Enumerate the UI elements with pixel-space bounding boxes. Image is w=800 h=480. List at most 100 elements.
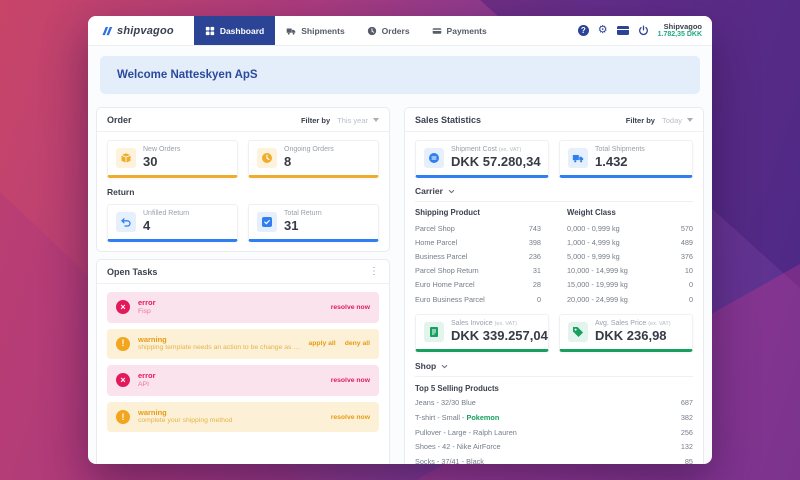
package-icon bbox=[121, 152, 131, 163]
sales-invoice-card: Sales Invoice (ex. VAT) DKK 339.257,04 bbox=[415, 314, 549, 353]
new-orders-card: New Orders 30 bbox=[107, 140, 238, 178]
nav-label: Dashboard bbox=[219, 25, 265, 36]
payment-card-button[interactable] bbox=[616, 26, 629, 35]
wallet-card-icon bbox=[616, 26, 629, 35]
table-row: Socks - 37/41 - Black 85 bbox=[415, 457, 693, 464]
unfilled-return-card: Unfilled Return 4 bbox=[107, 204, 238, 242]
nav-label: Payments bbox=[446, 25, 487, 36]
filter-by-label: Filter by bbox=[625, 115, 655, 125]
order-return-panel: Order Filter by This year New Orders 30 … bbox=[96, 107, 390, 252]
help-button[interactable]: ? bbox=[577, 25, 589, 36]
sales-filter-value: Today bbox=[661, 115, 682, 125]
carrier-collapse[interactable]: Carrier bbox=[415, 186, 693, 202]
task-description: shipping template needs an action to be … bbox=[138, 344, 301, 352]
stat-value: DKK 57.280,34 bbox=[451, 154, 541, 169]
nav-label: Shipments bbox=[301, 25, 345, 36]
stat-label: Sales Invoice bbox=[451, 320, 493, 328]
chevron-down-icon bbox=[687, 118, 693, 122]
task-row-error: × error Fisp resolve now bbox=[107, 292, 379, 323]
table-row: 10,000 - 14,999 kg 10 bbox=[567, 266, 693, 276]
truck-icon bbox=[572, 154, 584, 162]
price-tag-icon bbox=[573, 326, 583, 337]
app-logo[interactable]: shipvagoo bbox=[100, 16, 174, 45]
total-return-card: Total Return 31 bbox=[248, 204, 379, 242]
table-row: 1,000 - 4,999 kg 489 bbox=[567, 237, 693, 247]
task-row-warning: ! warning shipping template needs an act… bbox=[107, 328, 379, 360]
stat-value: 4 bbox=[143, 218, 151, 233]
account-menu[interactable]: Shipvagoo 1.782,35 DKK bbox=[658, 22, 702, 39]
stat-label: New Orders bbox=[143, 146, 181, 153]
stat-value: DKK 236,98 bbox=[595, 328, 667, 344]
task-row-warning: ! warning complete your shipping method … bbox=[107, 401, 379, 433]
nav-item-orders[interactable]: Orders bbox=[356, 16, 421, 45]
table-row: Pullover - Large - Ralph Lauren 256 bbox=[415, 427, 693, 437]
stat-label: Shipment Cost bbox=[451, 146, 497, 153]
stat-value: DKK 339.257,04 bbox=[451, 328, 548, 344]
task-action-link[interactable]: apply all bbox=[308, 340, 335, 347]
carrier-title: Carrier bbox=[415, 186, 443, 196]
order-filter-select[interactable]: This year bbox=[337, 116, 379, 125]
top-products-table: Top 5 Selling Products Jeans - 32/30 Blu… bbox=[415, 381, 693, 464]
task-title: warning bbox=[138, 334, 167, 344]
weight-class-table: Weight Class 0,000 - 0,999 kg 570 1,000 -… bbox=[567, 205, 693, 306]
stat-suffix: (ex. VAT) bbox=[648, 321, 671, 328]
task-action-link[interactable]: resolve now bbox=[331, 377, 370, 384]
welcome-title: Welcome Natteskyen ApS bbox=[117, 69, 258, 81]
shop-title: Shop bbox=[415, 361, 437, 372]
open-tasks-panel: Open Tasks ⋮ × error Fisp resolve now ! … bbox=[96, 259, 390, 464]
task-row-error: × error API resolve now bbox=[107, 365, 379, 396]
nav-label: Orders bbox=[381, 25, 410, 36]
shop-collapse[interactable]: Shop bbox=[415, 361, 693, 378]
progress-clock-icon bbox=[262, 152, 272, 163]
welcome-banner: Welcome Natteskyen ApS bbox=[100, 56, 700, 94]
nav-item-shipments[interactable]: Shipments bbox=[275, 16, 355, 45]
table-row: Parcel Shop Return 31 bbox=[415, 266, 541, 276]
settings-button[interactable]: ⚙ bbox=[598, 25, 608, 36]
stat-label: Total Return bbox=[284, 210, 322, 217]
table-row: Euro Business Parcel 0 bbox=[415, 294, 541, 304]
sales-statistics-title: Sales Statistics bbox=[415, 115, 482, 125]
nav-item-payments[interactable]: Payments bbox=[421, 16, 498, 45]
main-nav: Dashboard Shipments Orders Payments bbox=[193, 16, 498, 45]
right-column: Sales Statistics Filter by Today Shipmen… bbox=[404, 107, 704, 464]
table-row: 0,000 - 0,999 kg 570 bbox=[567, 223, 693, 233]
chevron-down-icon bbox=[373, 118, 379, 122]
shipment-cost-card: Shipment Cost (ex. VAT) DKK 57.280,34 bbox=[415, 140, 549, 178]
stat-value: 30 bbox=[143, 154, 158, 169]
task-action-link[interactable]: deny all bbox=[345, 340, 370, 347]
nav-item-dashboard[interactable]: Dashboard bbox=[193, 16, 276, 45]
truck-icon bbox=[286, 28, 296, 35]
order-section-title: Order bbox=[107, 115, 132, 125]
coin-icon bbox=[429, 152, 439, 163]
sales-filter-select[interactable]: Today bbox=[662, 116, 693, 125]
clock-icon bbox=[367, 26, 376, 35]
sales-filter: Filter by Today bbox=[626, 116, 693, 125]
table-row: Euro Home Parcel 28 bbox=[415, 280, 541, 290]
stat-label: Ongoing Orders bbox=[284, 146, 334, 153]
task-description: Fisp bbox=[138, 307, 151, 315]
logo-icon bbox=[102, 26, 113, 35]
open-tasks-title: Open Tasks bbox=[107, 267, 158, 277]
stat-value: 1.432 bbox=[595, 154, 628, 169]
sales-statistics-panel: Sales Statistics Filter by Today Shipmen… bbox=[404, 107, 704, 464]
stat-suffix: (ex. VAT) bbox=[498, 147, 522, 153]
error-icon: × bbox=[116, 300, 130, 315]
avg-sales-price-card: Avg. Sales Price (ex. VAT) DKK 236,98 bbox=[559, 314, 693, 353]
stat-label: Total Shipments bbox=[595, 146, 645, 153]
task-title: warning bbox=[138, 407, 167, 417]
task-action-link[interactable]: resolve now bbox=[331, 414, 370, 421]
logo-text: shipvagoo bbox=[117, 24, 174, 37]
stat-label: Unfilled Return bbox=[143, 210, 190, 217]
task-description: API bbox=[138, 380, 149, 388]
chevron-down-icon bbox=[442, 364, 448, 369]
top-navbar: shipvagoo Dashboard Shipments Orders Pay… bbox=[88, 16, 712, 46]
ongoing-orders-card: Ongoing Orders 8 bbox=[248, 140, 379, 178]
task-action-link[interactable]: resolve now bbox=[331, 304, 370, 311]
table-header: Shipping Product bbox=[415, 208, 480, 217]
table-row: Home Parcel 398 bbox=[415, 237, 541, 247]
navbar-right: ? ⚙ Shipvagoo 1.782,35 DKK bbox=[577, 16, 712, 45]
logout-button[interactable] bbox=[638, 25, 649, 36]
power-icon bbox=[638, 25, 648, 36]
dashboard-content: Welcome Natteskyen ApS Order Filter by T… bbox=[88, 46, 712, 464]
kebab-menu-icon[interactable]: ⋮ bbox=[369, 267, 379, 277]
